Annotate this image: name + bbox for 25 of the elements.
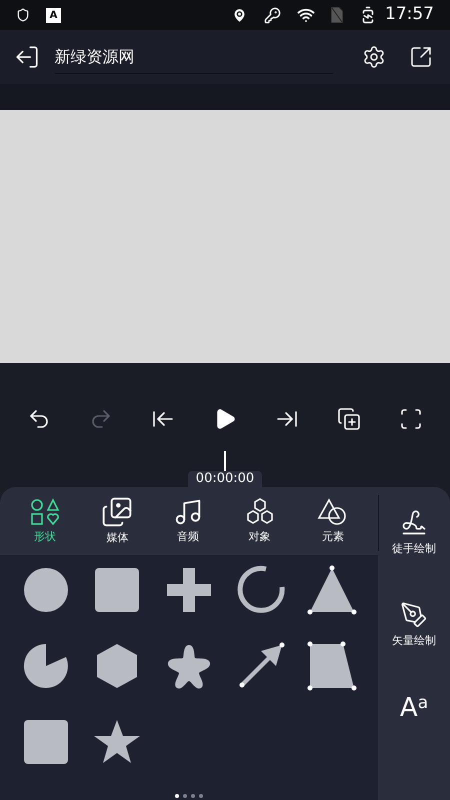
- clock: 17:57: [385, 3, 434, 26]
- timecode: 00:00:00: [188, 471, 262, 487]
- triangle-shape[interactable]: [307, 565, 358, 615]
- media-icon: [101, 496, 134, 528]
- trapezoid-shape[interactable]: [307, 641, 358, 691]
- tool-label[interactable]: 矢量绘制: [392, 632, 436, 650]
- gear-icon[interactable]: [362, 45, 386, 69]
- category-tab[interactable]: 媒体: [101, 496, 134, 546]
- playhead-line: [224, 451, 226, 471]
- arc-shape[interactable]: [236, 565, 286, 615]
- title-field[interactable]: 新绿资源网: [54, 40, 333, 74]
- category-tab[interactable]: 对象: [242, 496, 277, 546]
- category-tab[interactable]: 形状: [28, 496, 62, 546]
- key-icon: [264, 6, 281, 24]
- text-tool-icon[interactable]: A$^{a}$: [400, 695, 428, 721]
- app-badge-icon: A: [46, 8, 61, 22]
- tool-label[interactable]: 徒手绘制: [392, 540, 436, 558]
- no-sim-icon: [331, 7, 343, 23]
- category-tab[interactable]: 元素: [316, 496, 350, 546]
- shield-icon: [16, 8, 30, 22]
- category-tab[interactable]: 音频: [172, 496, 203, 546]
- wifi-icon: [297, 6, 315, 24]
- pen-signature-icon: [400, 508, 428, 537]
- pen-tool-icon: [400, 600, 428, 629]
- share-icon[interactable]: [408, 45, 433, 69]
